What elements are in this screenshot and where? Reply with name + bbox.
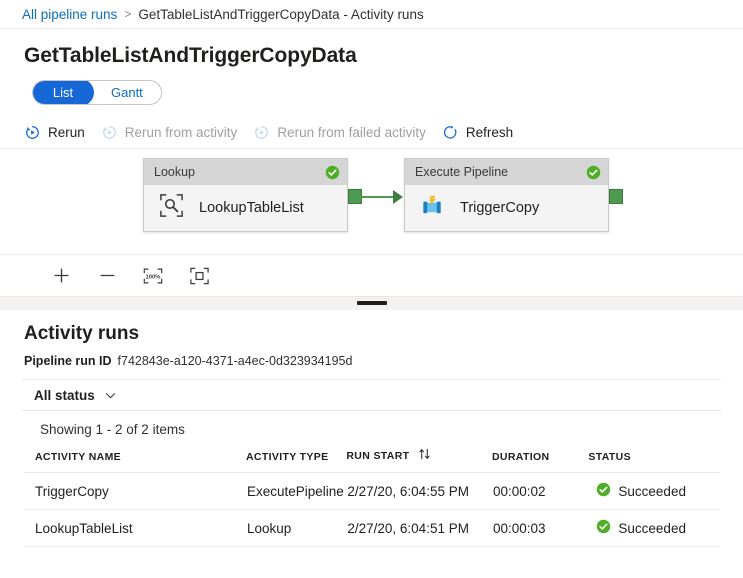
cell-run-start: 2/27/20, 6:04:51 PM <box>346 510 492 547</box>
pipeline-run-id-label: Pipeline run ID <box>24 354 112 368</box>
cell-duration: 00:00:03 <box>492 510 588 547</box>
chevron-down-icon <box>104 389 117 402</box>
table-row[interactable]: TriggerCopy ExecutePipeline 2/27/20, 6:0… <box>24 473 719 510</box>
pipeline-node-lookup[interactable]: Lookup LookupTableList <box>143 158 348 232</box>
rerun-from-activity-label: Rerun from activity <box>125 125 238 140</box>
refresh-label: Refresh <box>466 125 513 140</box>
status-succeeded-icon <box>596 519 611 537</box>
cell-run-start: 2/27/20, 6:04:55 PM <box>346 473 492 510</box>
node-name-label: LookupTableList <box>199 200 304 216</box>
view-toggle: List Gantt <box>32 80 162 105</box>
column-header-status[interactable]: STATUS <box>588 448 719 473</box>
node-status-succeeded-icon <box>325 165 340 180</box>
node-type-label: Lookup <box>154 165 325 179</box>
pipeline-canvas[interactable]: Lookup LookupTableList <box>0 149 743 254</box>
command-bar: Rerun Rerun from activity Rerun from fai… <box>0 116 743 149</box>
rerun-from-failed-activity-button: Rerun from failed activity <box>253 116 426 149</box>
activity-runs-panel: Activity runs Pipeline run ID f742843e-a… <box>0 310 743 547</box>
node-name-label: TriggerCopy <box>460 200 539 216</box>
connector-line <box>361 196 395 198</box>
table-header-row: ACTIVITY NAME ACTIVITY TYPE RUN START DU… <box>24 448 719 473</box>
zoom-reset-button[interactable]: 100% <box>136 261 170 291</box>
status-filter-row: All status <box>22 379 721 411</box>
node-header-lookup: Lookup <box>144 159 347 185</box>
lookup-output-port[interactable] <box>348 189 362 204</box>
status-badge: Succeeded <box>618 484 686 499</box>
status-succeeded-icon <box>596 482 611 500</box>
refresh-icon <box>442 124 459 141</box>
column-header-run-start[interactable]: RUN START <box>346 448 492 473</box>
sort-ascending-descending-icon <box>418 448 431 463</box>
activity-runs-table: ACTIVITY NAME ACTIVITY TYPE RUN START DU… <box>24 448 719 547</box>
lookup-magnifier-icon <box>158 192 185 224</box>
cell-activity-type: Lookup <box>246 510 346 547</box>
cell-activity-name: TriggerCopy <box>24 473 246 510</box>
connector-arrow <box>393 190 403 204</box>
pipeline-node-execute-pipeline[interactable]: Execute Pipeline TriggerCopy <box>404 158 609 232</box>
splitter-grip[interactable] <box>357 301 387 305</box>
column-header-duration[interactable]: DURATION <box>492 448 588 473</box>
pipeline-run-id-value: f742843e-a120-4371-a4ec-0d323934195d <box>118 354 353 368</box>
view-toggle-gantt[interactable]: Gantt <box>93 80 161 105</box>
panel-splitter[interactable] <box>0 296 743 310</box>
node-header-execute-pipeline: Execute Pipeline <box>405 159 608 185</box>
execute-pipeline-output-port[interactable] <box>609 189 623 204</box>
breadcrumb-current: GetTableListAndTriggerCopyData - Activit… <box>138 7 423 22</box>
table-row[interactable]: LookupTableList Lookup 2/27/20, 6:04:51 … <box>24 510 719 547</box>
rerun-from-failed-activity-label: Rerun from failed activity <box>277 125 426 140</box>
column-header-activity-type[interactable]: ACTIVITY TYPE <box>246 448 346 473</box>
status-filter-dropdown[interactable]: All status <box>34 388 117 403</box>
rerun-icon <box>24 124 41 141</box>
canvas-zoom-controls: 100% <box>0 254 743 296</box>
cell-duration: 00:00:02 <box>492 473 588 510</box>
rerun-from-activity-button: Rerun from activity <box>101 116 238 149</box>
status-badge: Succeeded <box>618 521 686 536</box>
breadcrumb-separator: > <box>124 7 131 21</box>
refresh-button[interactable]: Refresh <box>442 116 513 149</box>
execute-pipeline-icon <box>419 192 446 224</box>
cell-activity-type: ExecutePipeline <box>246 473 346 510</box>
activity-runs-title: Activity runs <box>0 310 743 345</box>
node-body-execute-pipeline: TriggerCopy <box>405 185 608 231</box>
pipeline-run-id-row: Pipeline run ID f742843e-a120-4371-a4ec-… <box>0 345 743 368</box>
zoom-in-button[interactable] <box>44 261 78 291</box>
breadcrumb: All pipeline runs > GetTableListAndTrigg… <box>0 0 743 29</box>
cell-status: Succeeded <box>588 510 719 547</box>
status-filter-label: All status <box>34 388 95 403</box>
column-header-activity-name[interactable]: ACTIVITY NAME <box>24 448 246 473</box>
page-title: GetTableListAndTriggerCopyData <box>0 29 743 68</box>
rerun-from-failed-activity-icon <box>253 124 270 141</box>
column-header-run-start-label: RUN START <box>346 450 409 462</box>
node-body-lookup: LookupTableList <box>144 185 347 231</box>
breadcrumb-all-pipeline-runs-link[interactable]: All pipeline runs <box>22 7 117 22</box>
fit-to-screen-button[interactable] <box>182 261 216 291</box>
rerun-button[interactable]: Rerun <box>24 116 85 149</box>
node-type-label: Execute Pipeline <box>415 165 586 179</box>
showing-count-text: Showing 1 - 2 of 2 items <box>0 411 743 437</box>
zoom-level-text: 100% <box>146 274 162 280</box>
cell-activity-name: LookupTableList <box>24 510 246 547</box>
cell-status: Succeeded <box>588 473 719 510</box>
zoom-out-button[interactable] <box>90 261 124 291</box>
node-status-succeeded-icon <box>586 165 601 180</box>
rerun-label: Rerun <box>48 125 85 140</box>
rerun-from-activity-icon <box>101 124 118 141</box>
view-toggle-list[interactable]: List <box>32 80 94 105</box>
